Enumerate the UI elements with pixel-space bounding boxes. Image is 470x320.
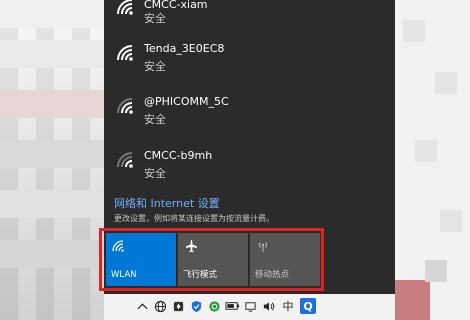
volume-icon[interactable]: [260, 298, 276, 314]
sync-icon[interactable]: [206, 298, 222, 314]
network-name: Tenda_3E0EC8: [144, 42, 225, 55]
wifi-signal-icon: [117, 45, 133, 61]
chevron-up-icon[interactable]: [134, 298, 150, 314]
network-internet-settings-link[interactable]: 网络和 Internet 设置: [114, 195, 220, 211]
taskbar: 中 Q: [104, 294, 395, 320]
wifi-signal-icon: [117, 98, 133, 114]
ime-indicator[interactable]: 中: [280, 298, 296, 314]
network-status: 安全: [144, 60, 166, 73]
network-tray-icon[interactable]: [242, 298, 258, 314]
background-right: [385, 0, 470, 320]
network-item[interactable]: Tenda_3E0EC8 安全: [104, 38, 395, 84]
defender-icon[interactable]: [188, 298, 204, 314]
highlight-box: [99, 228, 324, 291]
network-status: 安全: [144, 12, 166, 25]
wifi-signal-icon: [117, 152, 133, 168]
network-item[interactable]: CMCC-xiam 安全: [104, 0, 395, 30]
network-status: 安全: [144, 113, 166, 126]
network-item[interactable]: CMCC-b9mh 安全: [104, 145, 395, 191]
wifi-signal-icon: [117, 0, 133, 15]
background-left: [0, 0, 105, 320]
network-globe-icon[interactable]: [152, 298, 168, 314]
network-name: CMCC-b9mh: [144, 149, 213, 162]
network-status: 安全: [144, 167, 166, 180]
search-app-icon[interactable]: Q: [300, 298, 316, 314]
network-item[interactable]: @PHICOMM_5C 安全: [104, 91, 395, 137]
network-name: @PHICOMM_5C: [144, 95, 229, 108]
shield-icon[interactable]: [170, 298, 186, 314]
battery-icon[interactable]: [224, 298, 240, 314]
settings-description: 更改设置，例如将某连接设置为按流量计费。: [114, 214, 274, 223]
